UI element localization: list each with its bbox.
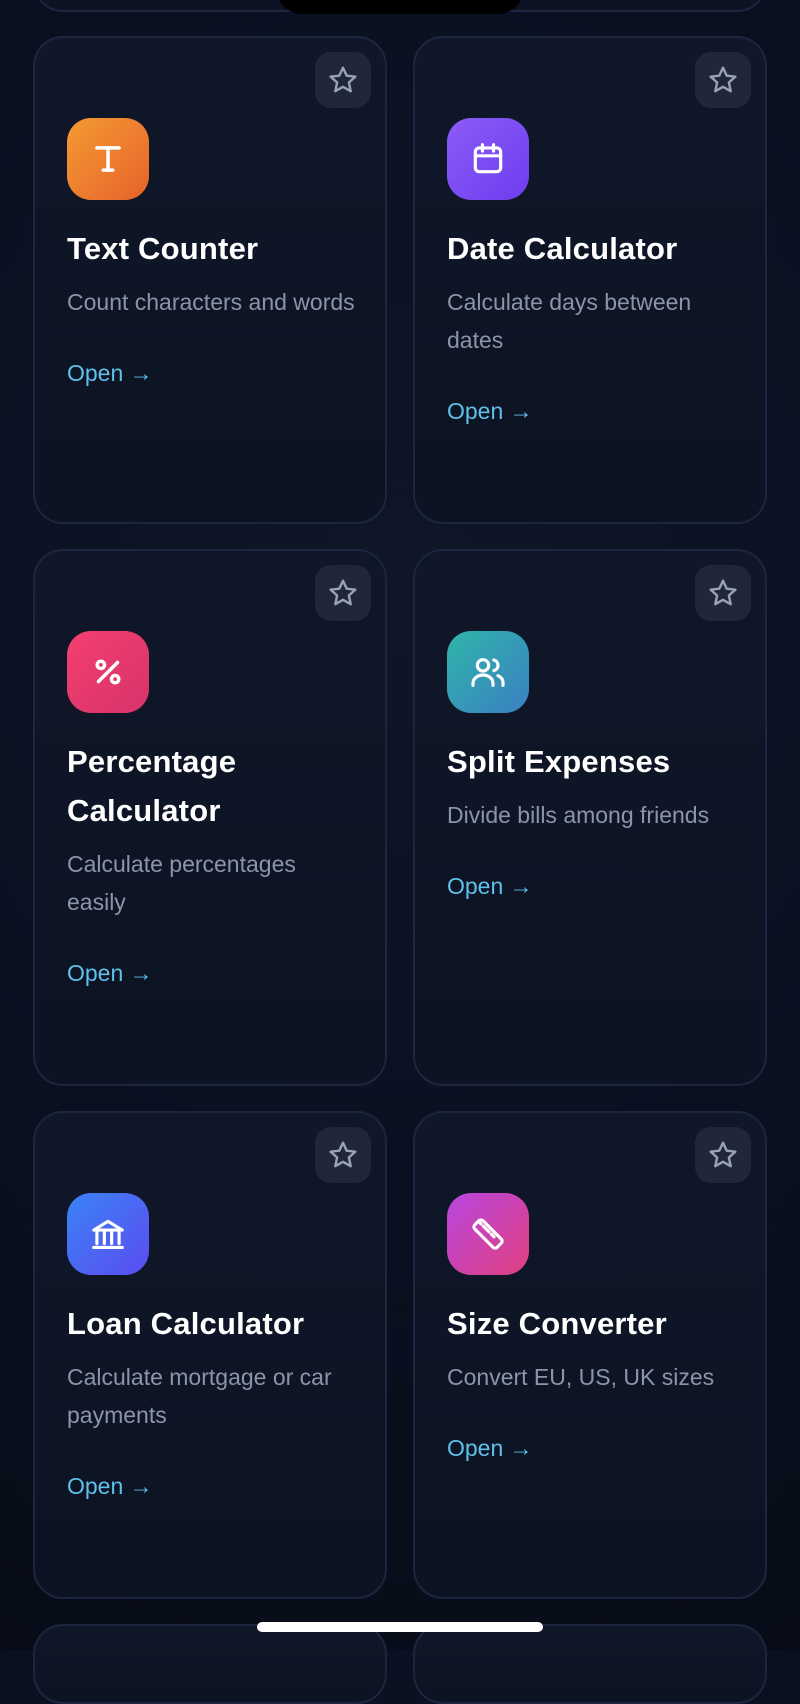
calendar-icon xyxy=(447,118,529,200)
favorite-button[interactable] xyxy=(695,565,751,621)
star-icon xyxy=(709,579,737,606)
open-link[interactable]: Open → xyxy=(67,1471,153,1501)
star-icon xyxy=(329,66,357,93)
tool-card-partial-bottom-right xyxy=(413,1624,767,1704)
card-description: Calculate percentages easily xyxy=(67,851,296,915)
card-description: Calculate mortgage or car payments xyxy=(67,1364,332,1428)
users-icon xyxy=(447,631,529,713)
bank-icon xyxy=(67,1193,149,1275)
star-icon xyxy=(329,1141,357,1168)
card-title: Date Calculator xyxy=(447,231,678,266)
device-notch xyxy=(275,0,525,14)
card-title: Split Expenses xyxy=(447,744,671,779)
open-link[interactable]: Open → xyxy=(447,396,533,426)
home-indicator[interactable] xyxy=(257,1622,543,1632)
tool-card-size-converter[interactable]: Size Converter Convert EU, US, UK sizes … xyxy=(413,1111,767,1599)
favorite-button[interactable] xyxy=(315,565,371,621)
favorite-button[interactable] xyxy=(315,1127,371,1183)
open-link[interactable]: Open → xyxy=(447,871,533,901)
card-description: Count characters and words xyxy=(67,289,355,315)
tool-card-split-expenses[interactable]: Split Expenses Divide bills among friend… xyxy=(413,549,767,1086)
favorite-button[interactable] xyxy=(695,1127,751,1183)
card-title: Loan Calculator xyxy=(67,1306,305,1341)
tool-card-loan-calculator[interactable]: Loan Calculator Calculate mortgage or ca… xyxy=(33,1111,387,1599)
favorite-button[interactable] xyxy=(315,52,371,108)
percent-icon xyxy=(67,631,149,713)
tool-card-text-counter[interactable]: Text Counter Count characters and words … xyxy=(33,36,387,524)
star-icon xyxy=(709,66,737,93)
open-link[interactable]: Open → xyxy=(67,358,153,388)
card-description: Convert EU, US, UK sizes xyxy=(447,1364,715,1390)
open-link[interactable]: Open → xyxy=(447,1433,533,1463)
tool-card-partial-bottom-left xyxy=(33,1624,387,1704)
favorite-button[interactable] xyxy=(695,52,751,108)
text-icon xyxy=(67,118,149,200)
card-description: Divide bills among friends xyxy=(447,802,710,828)
card-description: Calculate days between dates xyxy=(447,289,692,353)
ruler-icon xyxy=(447,1193,529,1275)
star-icon xyxy=(329,579,357,606)
open-link[interactable]: Open → xyxy=(67,958,153,988)
card-title: Percentage Calculator xyxy=(67,744,237,828)
tool-card-date-calculator[interactable]: Date Calculator Calculate days between d… xyxy=(413,36,767,524)
star-icon xyxy=(709,1141,737,1168)
tool-card-percentage-calculator[interactable]: Percentage Calculator Calculate percenta… xyxy=(33,549,387,1086)
card-title: Text Counter xyxy=(67,231,259,266)
card-title: Size Converter xyxy=(447,1306,667,1341)
